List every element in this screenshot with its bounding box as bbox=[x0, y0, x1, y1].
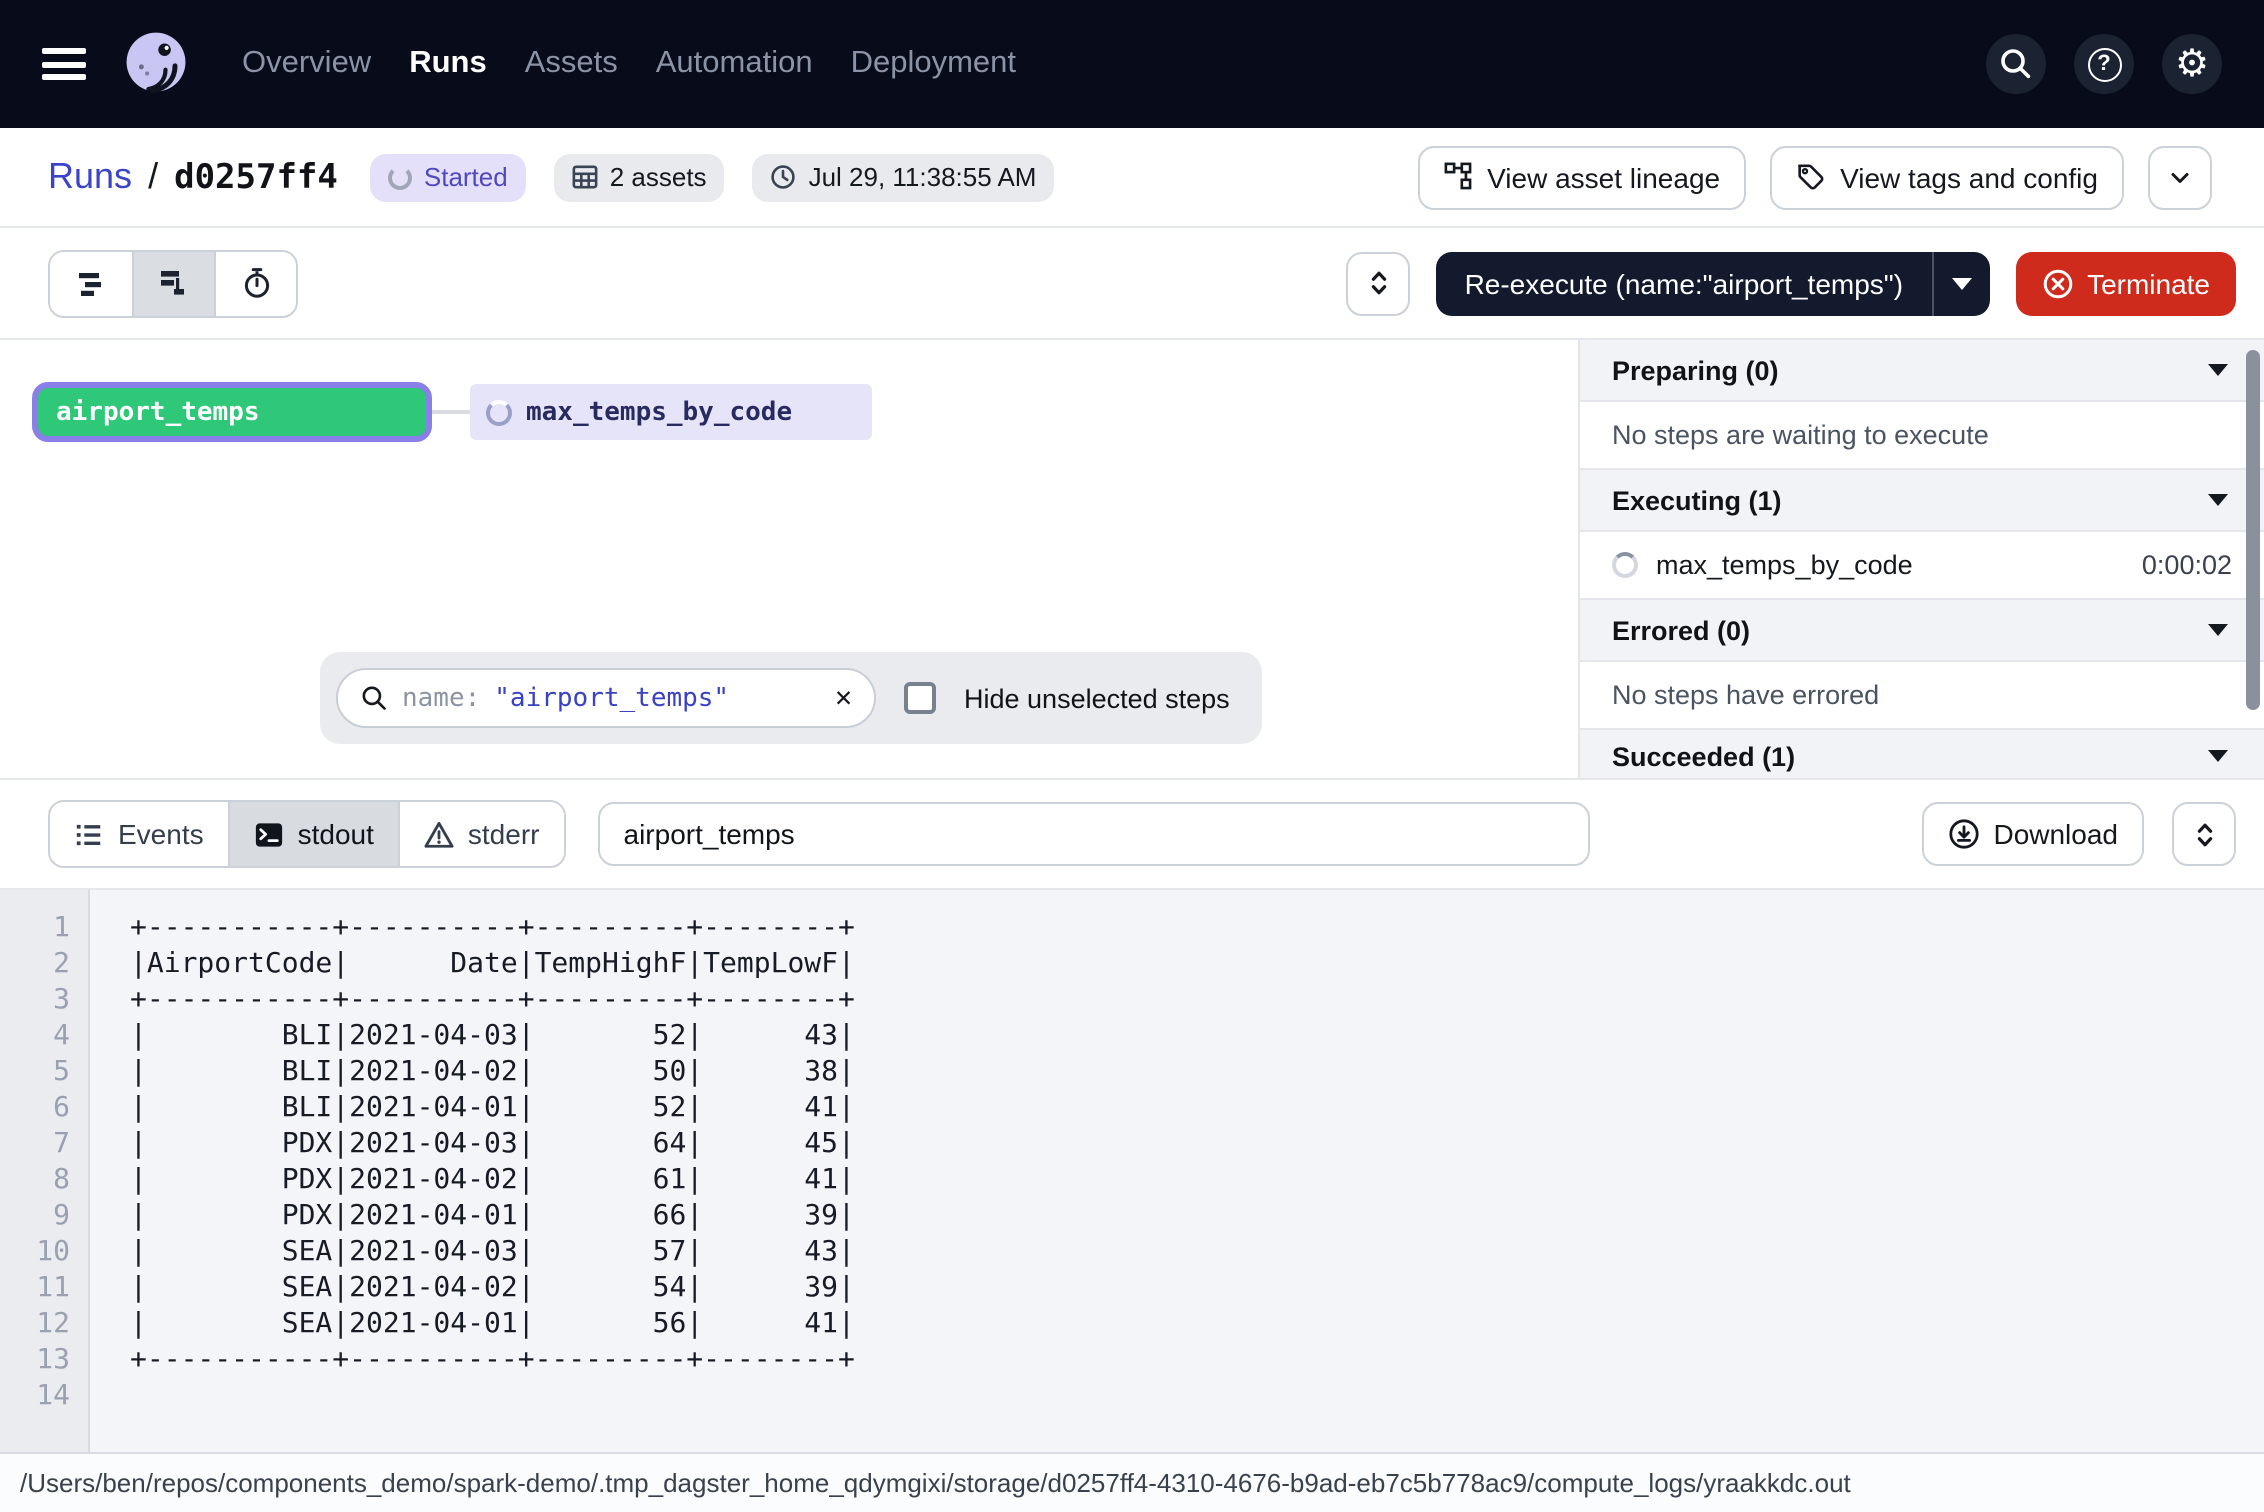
event-list-icon bbox=[74, 819, 104, 849]
dagster-logo-icon[interactable] bbox=[118, 26, 194, 102]
reexecute-button-group: Re-execute (name:"airport_temps") bbox=[1437, 251, 1990, 315]
caret-down-icon bbox=[1951, 277, 1971, 289]
flat-view-button[interactable] bbox=[50, 251, 132, 315]
run-toolbar: Re-execute (name:"airport_temps") Termin… bbox=[0, 228, 2264, 340]
up-down-chevrons-icon bbox=[1364, 268, 1394, 298]
header-actions: View asset lineage View tags and config bbox=[1417, 145, 2212, 209]
run-id: d0257ff4 bbox=[174, 157, 338, 197]
gantt-icon bbox=[157, 266, 191, 300]
chevron-down-icon bbox=[2166, 163, 2194, 191]
caret-down-icon bbox=[2208, 750, 2228, 762]
top-nav: Overview Runs Assets Automation Deployme… bbox=[0, 0, 2264, 128]
view-tags-config-button[interactable]: View tags and config bbox=[1770, 145, 2124, 209]
gantt-graph-pane: airport_temps max_temps_by_code name:"ai… bbox=[0, 340, 1578, 778]
nav-right-icons: ? ⚙ bbox=[1986, 34, 2222, 94]
reexecute-button[interactable]: Re-execute (name:"airport_temps") bbox=[1437, 251, 1932, 315]
search-icon bbox=[360, 684, 388, 712]
flat-list-icon bbox=[75, 267, 107, 299]
step-search-input[interactable]: name:"airport_temps" ✕ bbox=[336, 668, 876, 728]
expand-log-button[interactable] bbox=[2172, 802, 2236, 866]
preparing-empty-text: No steps are waiting to execute bbox=[1580, 402, 2264, 470]
status-badge: Started bbox=[370, 153, 526, 201]
dagster-run-page: Overview Runs Assets Automation Deployme… bbox=[0, 0, 2264, 1512]
tab-stderr[interactable]: stderr bbox=[398, 802, 564, 866]
tab-stdout[interactable]: stdout bbox=[228, 802, 398, 866]
download-icon bbox=[1947, 818, 1979, 850]
section-errored[interactable]: Errored (0) bbox=[1580, 600, 2264, 662]
hide-unselected-checkbox[interactable] bbox=[904, 682, 936, 714]
step-search-overlay: name:"airport_temps" ✕ Hide unselected s… bbox=[320, 652, 1262, 744]
stopwatch-icon bbox=[239, 266, 273, 300]
log-line-numbers: 1 2 3 4 5 6 7 8 9 10 11 12 13 14 bbox=[0, 890, 90, 1452]
log-file-path: /Users/ben/repos/components_demo/spark-d… bbox=[20, 1468, 1851, 1498]
breadcrumb-runs-link[interactable]: Runs bbox=[48, 156, 132, 198]
assets-chip: 2 assets bbox=[554, 153, 725, 201]
spinner-icon bbox=[486, 399, 512, 425]
caret-down-icon bbox=[2208, 494, 2228, 506]
search-icon[interactable] bbox=[1986, 34, 2046, 94]
nav-runs[interactable]: Runs bbox=[409, 46, 487, 82]
caret-down-icon bbox=[2208, 624, 2228, 636]
log-toolbar: Events stdout stderr Download bbox=[0, 780, 2264, 890]
nav-links: Overview Runs Assets Automation Deployme… bbox=[242, 46, 1016, 82]
gear-icon[interactable]: ⚙ bbox=[2162, 34, 2222, 94]
panel-scrollbar[interactable] bbox=[2246, 350, 2260, 710]
executing-step-row[interactable]: max_temps_by_code 0:00:02 bbox=[1580, 532, 2264, 600]
log-step-filter-input[interactable] bbox=[598, 802, 1590, 866]
tab-events[interactable]: Events bbox=[50, 802, 228, 866]
caret-down-icon bbox=[2208, 364, 2228, 376]
graph-node-airport-temps[interactable]: airport_temps bbox=[32, 382, 432, 442]
spinner-icon bbox=[388, 165, 412, 189]
clear-search-icon[interactable]: ✕ bbox=[835, 684, 852, 712]
section-succeeded[interactable]: Succeeded (1) bbox=[1580, 730, 2264, 778]
spinner-icon bbox=[1612, 552, 1638, 578]
grid-icon bbox=[572, 164, 598, 190]
clock-icon bbox=[771, 164, 797, 190]
lineage-icon bbox=[1443, 162, 1473, 192]
section-preparing[interactable]: Preparing (0) bbox=[1580, 340, 2264, 402]
toolbar-actions: Re-execute (name:"airport_temps") Termin… bbox=[1347, 251, 2236, 315]
nav-overview[interactable]: Overview bbox=[242, 46, 371, 82]
nav-assets[interactable]: Assets bbox=[525, 46, 618, 82]
step-elapsed-time: 0:00:02 bbox=[2142, 550, 2232, 580]
gantt-view-button[interactable] bbox=[132, 251, 214, 315]
timing-view-button[interactable] bbox=[214, 251, 296, 315]
run-main-area: airport_temps max_temps_by_code name:"ai… bbox=[0, 340, 2264, 780]
log-viewer[interactable]: 1 2 3 4 5 6 7 8 9 10 11 12 13 14 +------… bbox=[0, 890, 2264, 1452]
help-icon[interactable]: ? bbox=[2074, 34, 2134, 94]
graph-node-max-temps-by-code[interactable]: max_temps_by_code bbox=[470, 384, 872, 440]
zoom-fit-button[interactable] bbox=[1347, 251, 1411, 315]
reexecute-options-button[interactable] bbox=[1931, 251, 1989, 315]
log-tabs: Events stdout stderr bbox=[48, 800, 566, 868]
tag-icon bbox=[1796, 162, 1826, 192]
menu-icon[interactable] bbox=[42, 48, 86, 80]
log-text: +-----------+----------+---------+------… bbox=[90, 890, 2264, 1452]
section-executing[interactable]: Executing (1) bbox=[1580, 470, 2264, 532]
start-time-chip: Jul 29, 11:38:55 AM bbox=[753, 153, 1055, 201]
terminal-icon bbox=[254, 819, 284, 849]
step-status-panel: Preparing (0) No steps are waiting to ex… bbox=[1578, 340, 2264, 778]
up-down-chevrons-icon bbox=[2189, 819, 2219, 849]
view-asset-lineage-button[interactable]: View asset lineage bbox=[1417, 145, 1746, 209]
nav-automation[interactable]: Automation bbox=[656, 46, 813, 82]
graph-edge bbox=[432, 410, 470, 414]
view-mode-toggle bbox=[48, 249, 298, 317]
breadcrumb-separator: / bbox=[148, 156, 158, 198]
download-button[interactable]: Download bbox=[1921, 802, 2144, 866]
nav-deployment[interactable]: Deployment bbox=[851, 46, 1016, 82]
warning-triangle-icon bbox=[424, 819, 454, 849]
log-actions: Download bbox=[1921, 802, 2236, 866]
terminate-button[interactable]: Terminate bbox=[2015, 251, 2236, 315]
errored-empty-text: No steps have errored bbox=[1580, 662, 2264, 730]
circle-x-icon bbox=[2041, 267, 2073, 299]
more-run-actions-button[interactable] bbox=[2148, 145, 2212, 209]
log-file-path-bar: /Users/ben/repos/components_demo/spark-d… bbox=[0, 1452, 2264, 1512]
hide-unselected-label: Hide unselected steps bbox=[964, 683, 1230, 713]
run-header: Runs / d0257ff4 Started 2 assets Jul 29,… bbox=[0, 128, 2264, 228]
